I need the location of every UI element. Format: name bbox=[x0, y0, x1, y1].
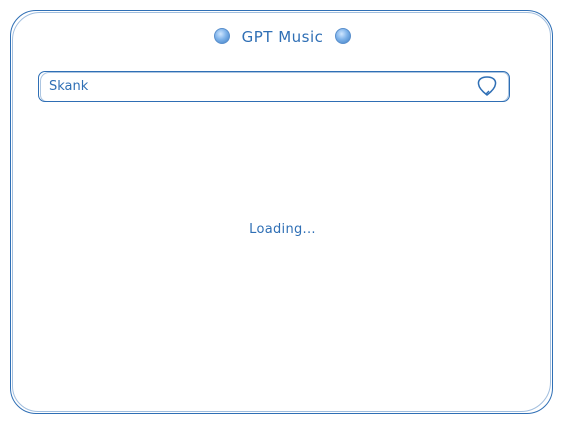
app-title: GPT Music bbox=[241, 28, 324, 46]
search-bar bbox=[38, 71, 510, 102]
search-button[interactable] bbox=[475, 74, 499, 98]
guitar-pick-icon bbox=[477, 76, 497, 96]
globe-icon bbox=[334, 28, 351, 44]
loading-text: Loading... bbox=[249, 222, 316, 237]
app-header: GPT Music bbox=[0, 28, 565, 46]
search-input[interactable] bbox=[49, 76, 449, 96]
globe-icon bbox=[214, 28, 231, 44]
